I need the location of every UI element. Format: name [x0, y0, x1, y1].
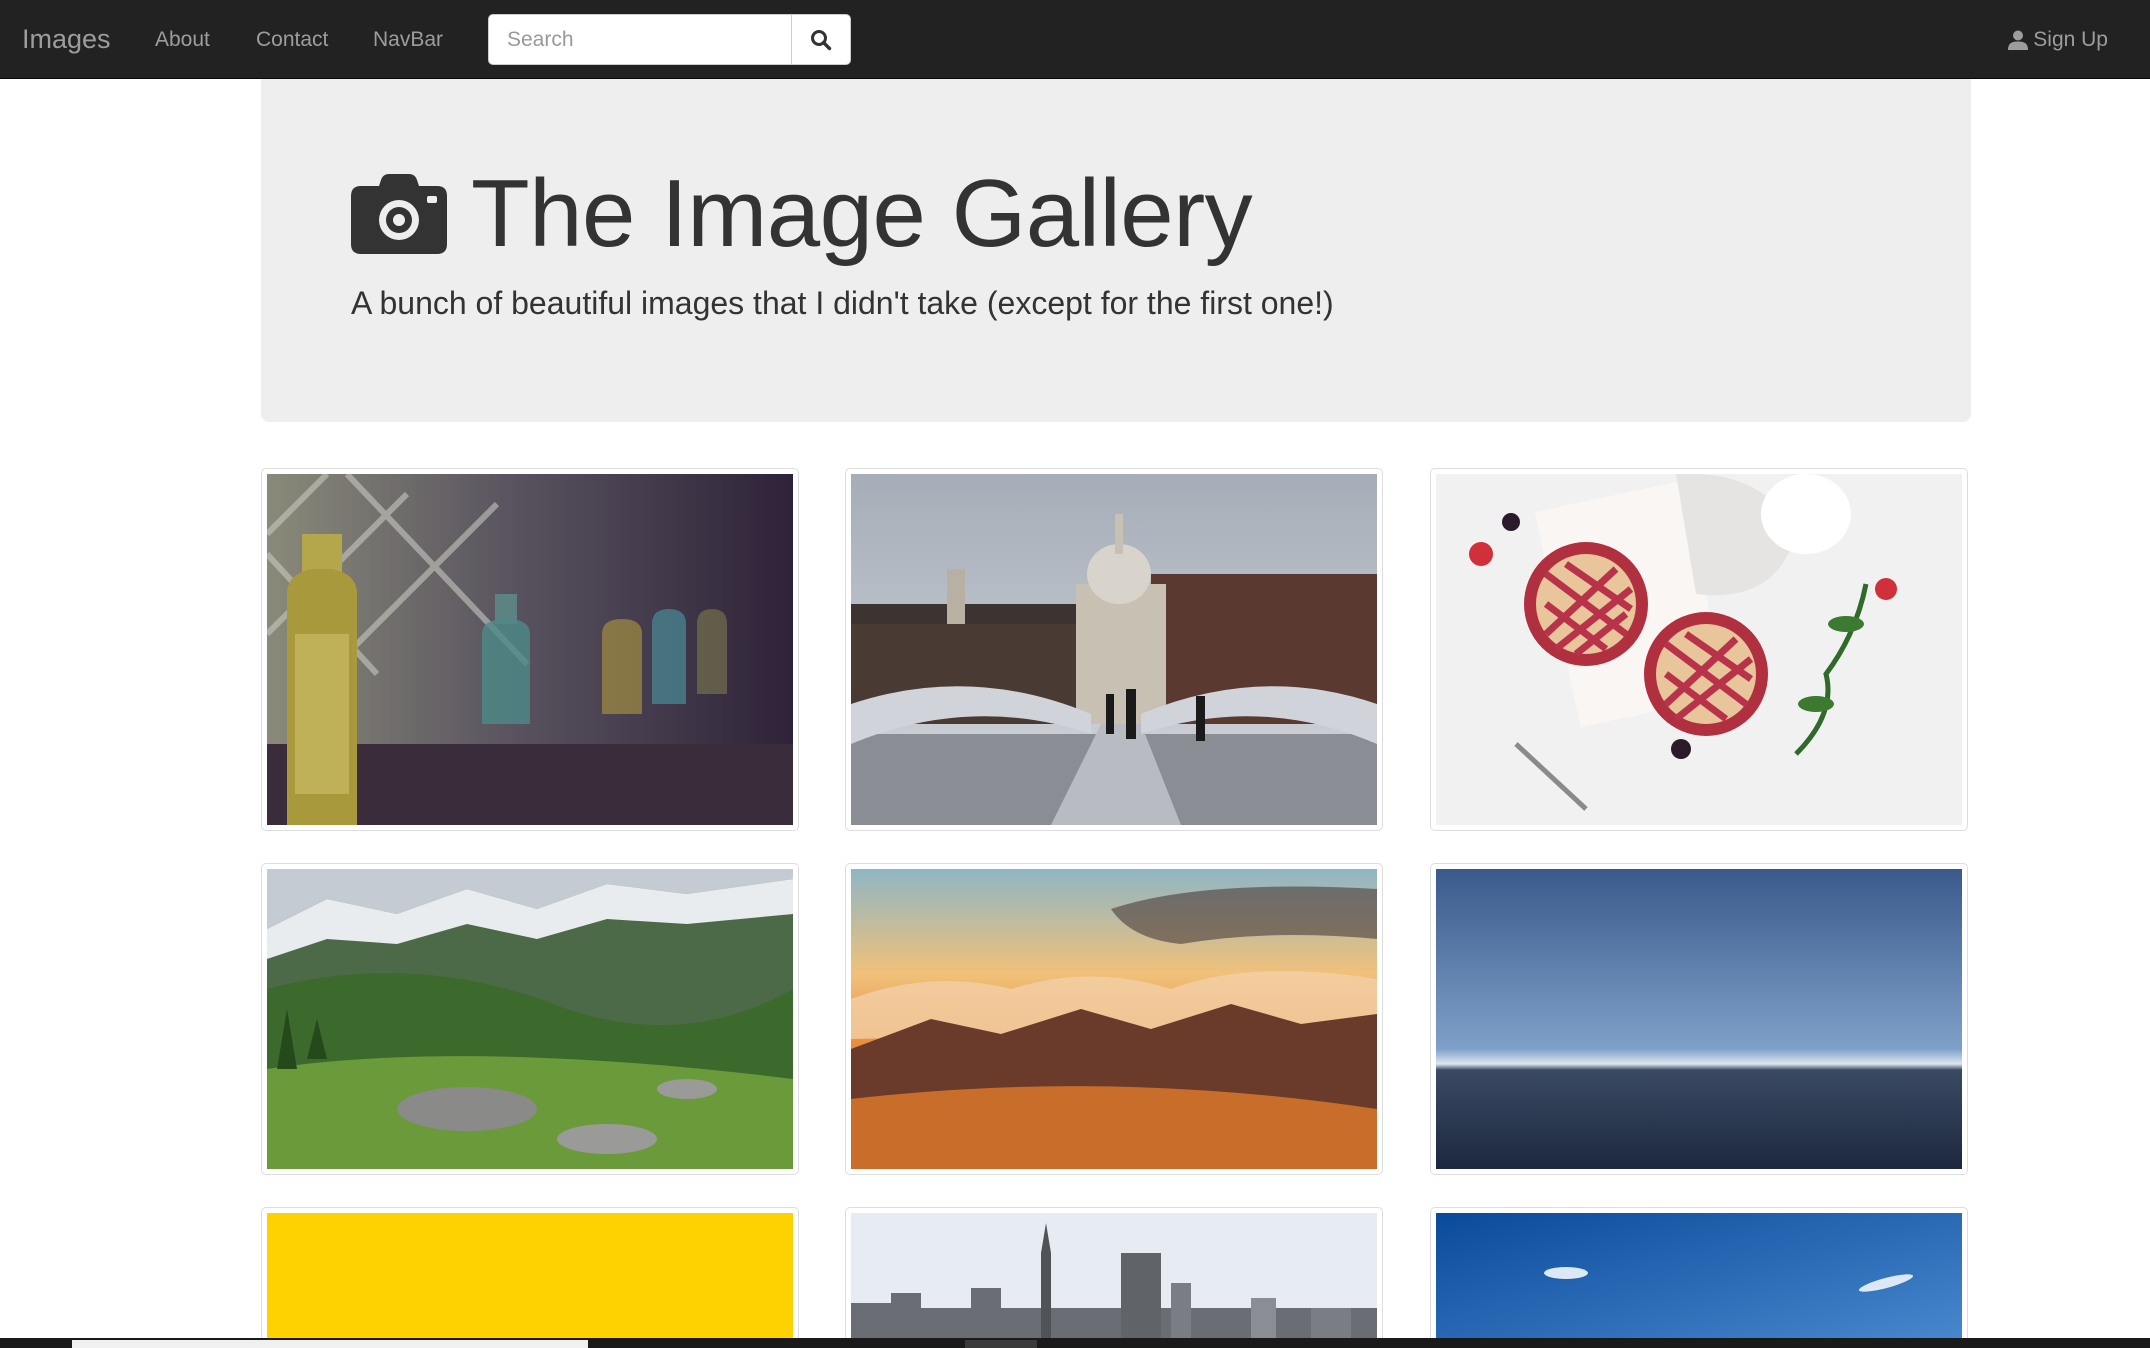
nav-link-navbar[interactable]: NavBar: [373, 26, 443, 54]
jumbotron: The Image Gallery A bunch of beautiful i…: [261, 79, 1971, 422]
search-button[interactable]: [791, 14, 851, 65]
jumbotron-subtitle: A bunch of beautiful images that I didn'…: [351, 285, 1334, 321]
gallery-thumbnail[interactable]: [845, 1207, 1383, 1348]
gallery-image-valley: [267, 869, 793, 1169]
camera-icon: [351, 174, 447, 254]
gallery-thumbnail[interactable]: [1430, 1207, 1968, 1348]
scrollbar-marker: [965, 1340, 1037, 1348]
gallery-thumbnail[interactable]: [1430, 468, 1968, 831]
search-icon: [811, 29, 832, 50]
gallery-image-pies: [1436, 474, 1962, 825]
nav-link-about[interactable]: About: [155, 26, 210, 54]
gallery-thumbnail[interactable]: [261, 1207, 799, 1348]
gallery-image-ocean: [1436, 869, 1962, 1169]
page-title: The Image Gallery: [351, 159, 1253, 269]
navbar: Images About Contact NavBar Sign Up: [0, 0, 2150, 79]
gallery-image-sunset: [851, 869, 1377, 1169]
jumbotron-title: The Image Gallery: [471, 160, 1253, 267]
signup-link[interactable]: Sign Up: [2007, 26, 2108, 54]
nav-link-contact[interactable]: Contact: [256, 26, 328, 54]
search-input[interactable]: [488, 14, 791, 65]
brand-link[interactable]: Images: [22, 22, 111, 56]
scrollbar-thumb[interactable]: [72, 1340, 588, 1348]
gallery-image-bottles: [267, 474, 793, 825]
gallery-thumbnail[interactable]: [1430, 863, 1968, 1175]
gallery-thumbnail[interactable]: [845, 468, 1383, 831]
gallery-image-blue-sky: [1436, 1213, 1962, 1348]
signup-label: Sign Up: [2033, 28, 2108, 51]
gallery-image-yellow: [267, 1213, 793, 1348]
gallery-thumbnail[interactable]: [845, 863, 1383, 1175]
search-form: [488, 14, 851, 65]
gallery-image-skyline: [851, 1213, 1377, 1348]
user-icon: [2008, 30, 2029, 50]
gallery-thumbnail[interactable]: [261, 863, 799, 1175]
gallery-thumbnail[interactable]: [261, 468, 799, 831]
gallery-image-cathedral: [851, 474, 1377, 825]
